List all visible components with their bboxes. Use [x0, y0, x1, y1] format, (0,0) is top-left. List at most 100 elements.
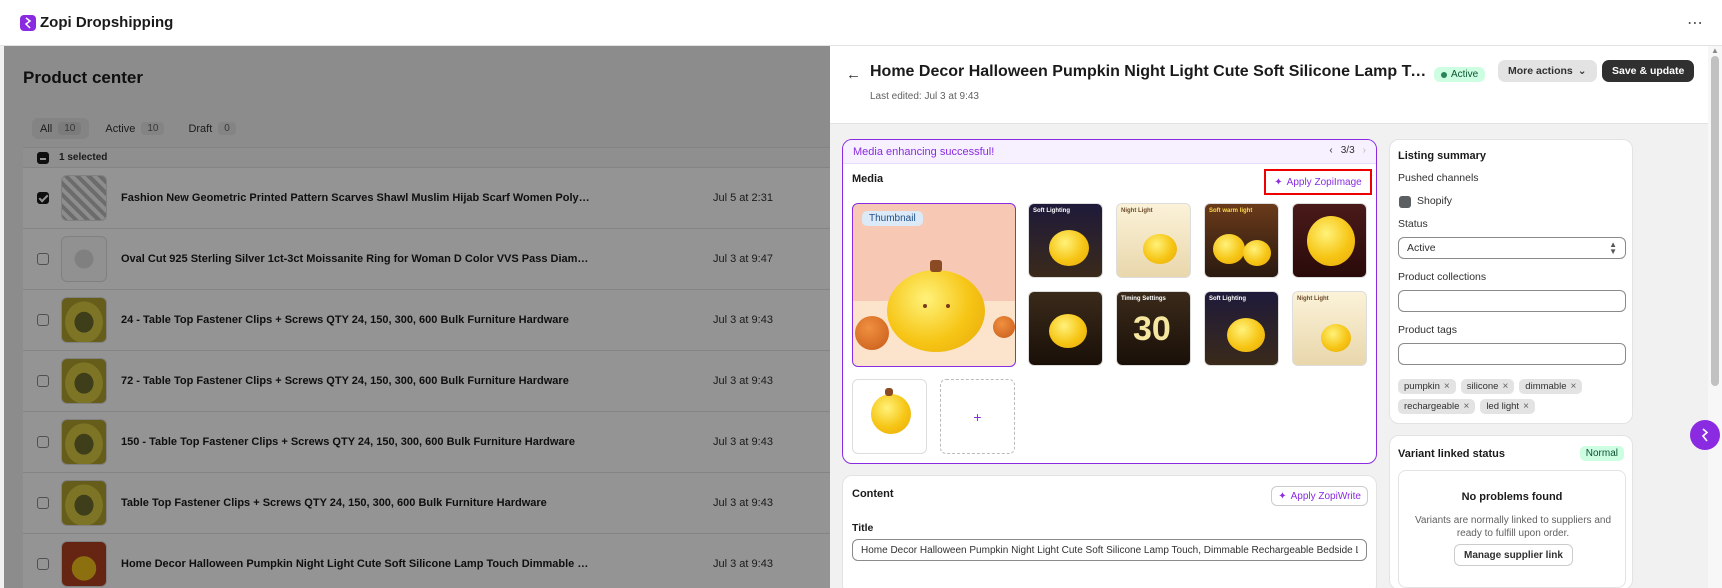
select-all-checkbox[interactable] [37, 151, 49, 164]
last-edited: Last edited: Jul 3 at 9:43 [870, 91, 979, 102]
close-icon[interactable]: × [1502, 381, 1508, 392]
main-thumbnail-image[interactable]: Thumbnail [852, 203, 1016, 367]
filter-count: 10 [58, 122, 82, 135]
more-actions-button[interactable]: More actions ⌄ [1498, 60, 1597, 82]
filter-count: 0 [218, 122, 236, 135]
close-icon[interactable]: × [1463, 401, 1469, 412]
tag-label: silicone [1466, 381, 1499, 392]
tag-chip: dimmable × [1519, 379, 1583, 394]
product-thumbnail [61, 541, 107, 587]
apply-zopiwrite-label: Apply ZopiWrite [1290, 490, 1361, 502]
product-date: Jul 3 at 9:43 [713, 436, 773, 448]
panel-header: ← Home Decor Halloween Pumpkin Night Lig… [830, 46, 1710, 124]
tag-chip: rechargeable × [1398, 399, 1476, 414]
table-row[interactable]: Home Decor Halloween Pumpkin Night Light… [23, 534, 830, 588]
no-problems-desc: Variants are normally linked to supplier… [1414, 515, 1612, 539]
product-list: 1 selected Fashion New Geometric Printed… [23, 147, 830, 588]
table-row[interactable]: 24 - Table Top Fastener Clips + Screws Q… [23, 290, 830, 351]
enhance-banner: Media enhancing successful! ‹ 3/3 › [843, 140, 1376, 164]
tag-label: dimmable [1525, 381, 1567, 392]
media-card: Media enhancing successful! ‹ 3/3 › Medi… [842, 139, 1377, 464]
apply-zopiwrite-button[interactable]: ✦ Apply ZopiWrite [1271, 486, 1368, 506]
tile-caption: Soft Lighting [1209, 296, 1246, 302]
zopi-assistant-button[interactable] [1690, 420, 1720, 450]
product-title[interactable]: 150 - Table Top Fastener Clips + Screws … [121, 436, 591, 448]
manage-supplier-link-button[interactable]: Manage supplier link [1454, 544, 1573, 566]
no-problems-box: No problems found Variants are normally … [1398, 470, 1626, 588]
close-icon[interactable]: × [1444, 381, 1450, 392]
chevron-right-icon[interactable]: › [1363, 145, 1366, 156]
product-title[interactable]: Fashion New Geometric Printed Pattern Sc… [121, 192, 591, 204]
media-tile[interactable] [1028, 291, 1103, 366]
table-row[interactable]: 72 - Table Top Fastener Clips + Screws Q… [23, 351, 830, 412]
status-select-value: Active [1407, 242, 1436, 254]
product-detail-panel: ← Home Decor Halloween Pumpkin Night Lig… [830, 46, 1722, 588]
scrollbar-thumb[interactable] [1711, 56, 1719, 386]
product-date: Jul 5 at 2:31 [713, 192, 773, 204]
product-title[interactable]: Table Top Fastener Clips + Screws QTY 24… [121, 497, 591, 509]
media-tile[interactable]: Night Light [1292, 291, 1367, 366]
status-label: Status [1398, 218, 1428, 230]
product-date: Jul 3 at 9:43 [713, 558, 773, 570]
collections-input[interactable] [1398, 290, 1626, 312]
product-thumbnail [61, 480, 107, 526]
variant-status-heading: Variant linked status [1398, 448, 1505, 460]
table-row[interactable]: 150 - Table Top Fastener Clips + Screws … [23, 412, 830, 473]
row-checkbox[interactable] [37, 314, 49, 326]
variant-status-badge: Normal [1579, 446, 1624, 461]
product-title[interactable]: Home Decor Halloween Pumpkin Night Light… [121, 558, 591, 570]
channel-name: Shopify [1417, 195, 1453, 207]
media-tile[interactable]: Soft warm light [1204, 203, 1279, 278]
filter-draft[interactable]: Draft 0 [180, 118, 243, 139]
row-checkbox[interactable] [37, 558, 49, 570]
no-problems-title: No problems found [1461, 491, 1563, 503]
status-badge-label: Active [1451, 69, 1479, 80]
shopify-icon [1399, 196, 1411, 208]
table-row[interactable]: Oval Cut 925 Sterling Silver 1ct-3ct Moi… [23, 229, 830, 290]
title-input[interactable] [852, 539, 1367, 561]
media-tile[interactable]: Night Light [1116, 203, 1191, 278]
back-arrow-icon[interactable]: ← [846, 66, 861, 83]
row-checkbox[interactable] [37, 253, 49, 265]
media-tile[interactable]: Timing Settings 30 [1116, 291, 1191, 366]
tags-input[interactable] [1398, 343, 1626, 365]
close-icon[interactable]: × [1570, 381, 1576, 392]
tile-caption: Night Light [1297, 296, 1329, 302]
chevron-left-icon[interactable]: ‹ [1329, 145, 1332, 156]
top-bar: Zopi Dropshipping ⋯ [0, 0, 1722, 46]
media-tile[interactable]: Soft Lighting [1028, 203, 1103, 278]
status-dot-icon [1441, 71, 1447, 78]
table-row[interactable]: Table Top Fastener Clips + Screws QTY 24… [23, 473, 830, 534]
timer-number: 30 [1133, 310, 1171, 348]
scroll-up-arrow-icon[interactable]: ▲ [1710, 46, 1720, 55]
product-date: Jul 3 at 9:43 [713, 375, 773, 387]
more-menu-icon[interactable]: ⋯ [1687, 13, 1704, 33]
media-tile[interactable] [852, 379, 927, 454]
enhance-message: Media enhancing successful! [853, 145, 995, 158]
tile-caption: Timing Settings [1121, 296, 1166, 302]
add-media-button[interactable]: + [940, 379, 1015, 454]
product-title[interactable]: 72 - Table Top Fastener Clips + Screws Q… [121, 375, 591, 387]
zopi-logo-icon [20, 14, 36, 31]
filter-active[interactable]: Active 10 [97, 118, 172, 139]
apply-zopiimage-button[interactable]: ✦ Apply ZopiImage [1264, 169, 1372, 195]
row-checkbox[interactable] [37, 497, 49, 509]
row-checkbox[interactable] [37, 436, 49, 448]
status-select[interactable]: Active ▲ ▼ [1398, 237, 1626, 259]
row-checkbox[interactable] [37, 375, 49, 387]
row-checkbox[interactable] [37, 192, 49, 204]
product-center: Product center All 10 Active 10 Draft 0 … [4, 46, 830, 588]
product-title[interactable]: Oval Cut 925 Sterling Silver 1ct-3ct Moi… [121, 253, 591, 265]
media-tile[interactable]: Soft Lighting [1204, 291, 1279, 366]
media-tile[interactable] [1292, 203, 1367, 278]
thumbnail-tag: Thumbnail [862, 211, 923, 226]
save-update-button[interactable]: Save & update [1602, 60, 1695, 82]
collections-label: Product collections [1398, 271, 1487, 283]
table-row[interactable]: Fashion New Geometric Printed Pattern Sc… [23, 168, 830, 229]
filter-all[interactable]: All 10 [32, 118, 90, 139]
filter-label: All [40, 122, 53, 135]
close-icon[interactable]: × [1523, 401, 1529, 412]
product-title[interactable]: 24 - Table Top Fastener Clips + Screws Q… [121, 314, 591, 326]
content-card: Content ✦ Apply ZopiWrite Title [842, 475, 1377, 588]
sparkle-icon: ✦ [1274, 176, 1283, 188]
